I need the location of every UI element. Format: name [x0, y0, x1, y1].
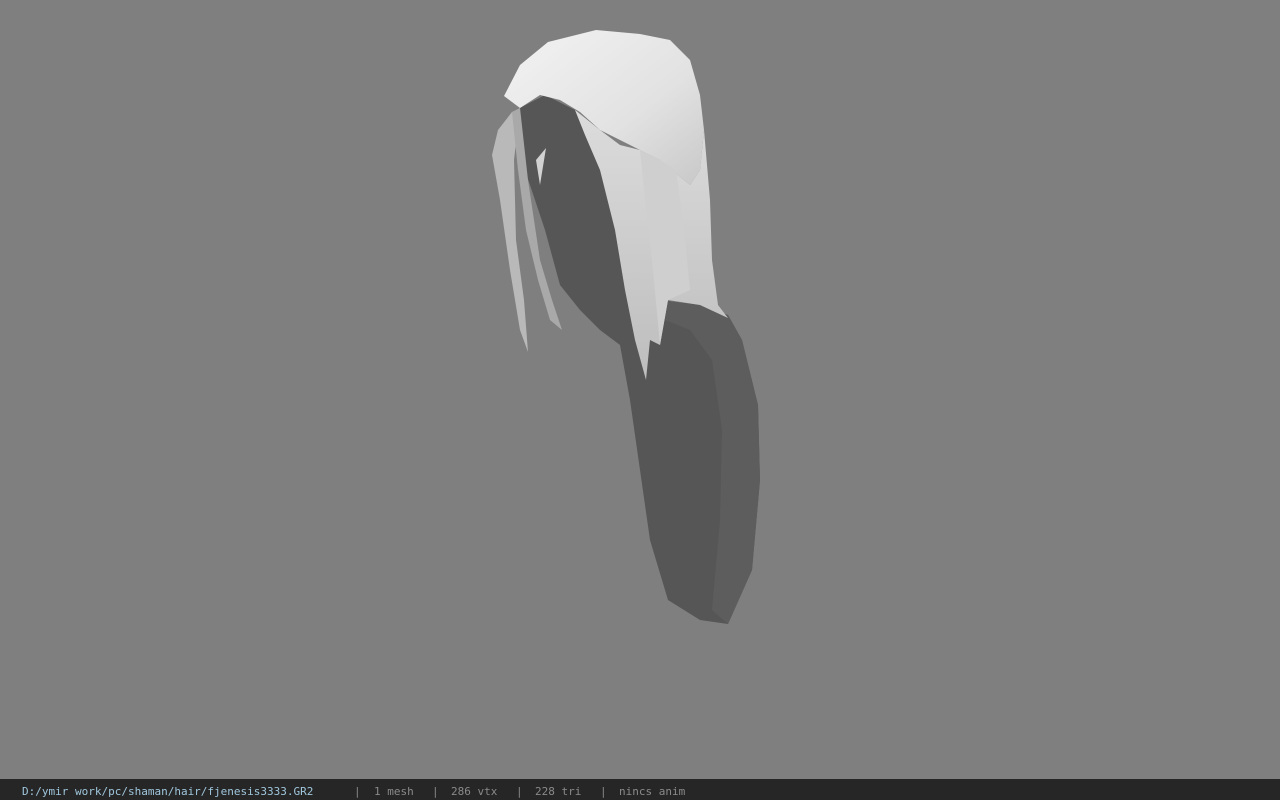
- hair-model-render: [492, 30, 760, 624]
- file-path-label: D:/ymir work/pc/shaman/hair/fjenesis3333…: [22, 785, 314, 798]
- mesh-count-label: 1 mesh: [374, 785, 414, 798]
- status-separator: |: [354, 785, 361, 798]
- status-separator: |: [600, 785, 607, 798]
- model-viewport[interactable]: [0, 0, 1280, 779]
- status-separator: |: [516, 785, 523, 798]
- status-separator: |: [432, 785, 439, 798]
- status-bar: D:/ymir work/pc/shaman/hair/fjenesis3333…: [0, 779, 1280, 800]
- vertex-count-label: 286 vtx: [451, 785, 498, 798]
- triangle-count-label: 228 tri: [535, 785, 582, 798]
- animation-status-label: nincs anim: [619, 785, 686, 798]
